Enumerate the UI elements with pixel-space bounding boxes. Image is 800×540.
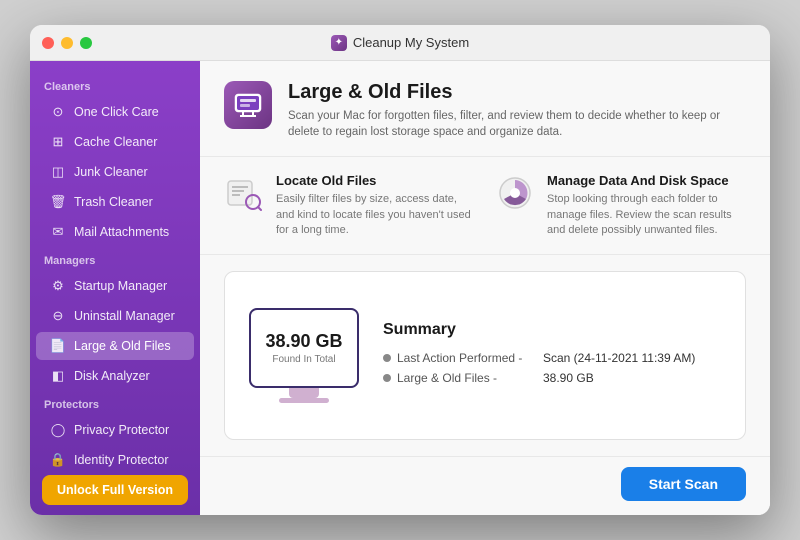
main-header-text: Large & Old Files Scan your Mac for forg… — [288, 81, 746, 140]
cache-cleaner-icon: ⊞ — [50, 134, 66, 150]
summary-dot-0 — [383, 354, 391, 362]
app-window: ✦ Cleanup My System Cleaners ⊙ One Click… — [30, 25, 770, 515]
main-content: Large & Old Files Scan your Mac for forg… — [200, 61, 770, 515]
identity-protector-icon: 🔒 — [50, 452, 66, 468]
titlebar: ✦ Cleanup My System — [30, 25, 770, 61]
main-header: Large & Old Files Scan your Mac for forg… — [200, 61, 770, 157]
features-row: Locate Old Files Easily filter files by … — [200, 157, 770, 255]
sidebar-item-label: Disk Analyzer — [74, 369, 150, 383]
sidebar-item-startup-manager[interactable]: ⚙ Startup Manager — [36, 272, 194, 300]
sidebar-item-label: Trash Cleaner — [74, 195, 153, 209]
cleaners-section-label: Cleaners — [30, 73, 200, 97]
sidebar-item-label: Startup Manager — [74, 279, 167, 293]
feature-locate-text: Locate Old Files Easily filter files by … — [276, 173, 475, 238]
summary-val-0: Scan (24-11-2021 11:39 AM) — [543, 351, 695, 365]
app-icon: ✦ — [331, 35, 347, 51]
unlock-full-version-button[interactable]: Unlock Full Version — [42, 475, 188, 505]
sidebar-item-label: Mail Attachments — [74, 225, 169, 239]
sidebar-item-junk-cleaner[interactable]: ◫ Junk Cleaner — [36, 158, 194, 186]
feature-header-icon — [224, 81, 272, 129]
maximize-button[interactable] — [80, 37, 92, 49]
sidebar: Cleaners ⊙ One Click Care ⊞ Cache Cleane… — [30, 61, 200, 515]
sidebar-item-one-click-care[interactable]: ⊙ One Click Care — [36, 98, 194, 126]
feature-locate-old-files: Locate Old Files Easily filter files by … — [224, 173, 475, 238]
mail-attachments-icon: ✉ — [50, 224, 66, 240]
content-area: Cleaners ⊙ One Click Care ⊞ Cache Cleane… — [30, 61, 770, 515]
main-footer: Start Scan — [200, 456, 770, 515]
feature-manage-title: Manage Data And Disk Space — [547, 173, 746, 188]
sidebar-item-label: Cache Cleaner — [74, 135, 157, 149]
locate-files-icon — [224, 173, 264, 213]
feature-manage-disk-space: Manage Data And Disk Space Stop looking … — [495, 173, 746, 238]
sidebar-item-trash-cleaner[interactable]: 🗑 Trash Cleaner — [36, 188, 194, 216]
monitor-stand — [289, 388, 319, 398]
monitor-gb-label: Found In Total — [272, 354, 335, 365]
sidebar-item-large-old-files[interactable]: 📄 Large & Old Files — [36, 332, 194, 360]
managers-section-label: Managers — [30, 247, 200, 271]
close-button[interactable] — [42, 37, 54, 49]
summary-val-1: 38.90 GB — [543, 371, 594, 385]
monitor-base — [279, 398, 329, 403]
junk-cleaner-icon: ◫ — [50, 164, 66, 180]
summary-key-1: Large & Old Files - — [397, 371, 537, 385]
summary-dot-1 — [383, 374, 391, 382]
titlebar-title: ✦ Cleanup My System — [331, 35, 469, 51]
monitor-visual: 38.90 GB Found In Total — [249, 308, 359, 403]
feature-manage-desc: Stop looking through each folder to mana… — [547, 192, 746, 238]
disk-analyzer-icon: ◧ — [50, 368, 66, 384]
minimize-button[interactable] — [61, 37, 73, 49]
summary-info: Summary Last Action Performed - Scan (24… — [383, 321, 721, 391]
traffic-lights — [42, 37, 92, 49]
startup-manager-icon: ⚙ — [50, 278, 66, 294]
privacy-protector-icon: ◯ — [50, 422, 66, 438]
summary-row-0: Last Action Performed - Scan (24-11-2021… — [383, 351, 721, 365]
large-old-files-icon: 📄 — [50, 338, 66, 354]
page-description: Scan your Mac for forgotten files, filte… — [288, 108, 746, 140]
monitor-screen: 38.90 GB Found In Total — [249, 308, 359, 388]
feature-locate-title: Locate Old Files — [276, 173, 475, 188]
summary-row-1: Large & Old Files - 38.90 GB — [383, 371, 721, 385]
sidebar-item-label: One Click Care — [74, 105, 159, 119]
manage-disk-icon — [495, 173, 535, 213]
protectors-section-label: Protectors — [30, 391, 200, 415]
sidebar-item-label: Identity Protector — [74, 453, 169, 467]
uninstall-manager-icon: ⊖ — [50, 308, 66, 324]
sidebar-item-label: Uninstall Manager — [74, 309, 175, 323]
feature-locate-desc: Easily filter files by size, access date… — [276, 192, 475, 238]
summary-card: 38.90 GB Found In Total Summary Last Act… — [224, 271, 746, 440]
sidebar-item-label: Large & Old Files — [74, 339, 171, 353]
summary-title: Summary — [383, 321, 721, 339]
start-scan-button[interactable]: Start Scan — [621, 467, 746, 501]
app-title: Cleanup My System — [353, 35, 469, 50]
sidebar-item-label: Privacy Protector — [74, 423, 169, 437]
sidebar-item-cache-cleaner[interactable]: ⊞ Cache Cleaner — [36, 128, 194, 156]
trash-cleaner-icon: 🗑 — [50, 194, 66, 210]
sidebar-item-privacy-protector[interactable]: ◯ Privacy Protector — [36, 416, 194, 444]
summary-key-0: Last Action Performed - — [397, 351, 537, 365]
sidebar-item-mail-attachments[interactable]: ✉ Mail Attachments — [36, 218, 194, 246]
sidebar-item-label: Junk Cleaner — [74, 165, 148, 179]
feature-manage-text: Manage Data And Disk Space Stop looking … — [547, 173, 746, 238]
sidebar-item-uninstall-manager[interactable]: ⊖ Uninstall Manager — [36, 302, 194, 330]
sidebar-item-disk-analyzer[interactable]: ◧ Disk Analyzer — [36, 362, 194, 390]
monitor-gb-value: 38.90 GB — [265, 331, 342, 352]
page-title: Large & Old Files — [288, 81, 746, 104]
sidebar-item-identity-protector[interactable]: 🔒 Identity Protector — [36, 446, 194, 474]
summary-area: 38.90 GB Found In Total Summary Last Act… — [200, 255, 770, 456]
one-click-care-icon: ⊙ — [50, 104, 66, 120]
